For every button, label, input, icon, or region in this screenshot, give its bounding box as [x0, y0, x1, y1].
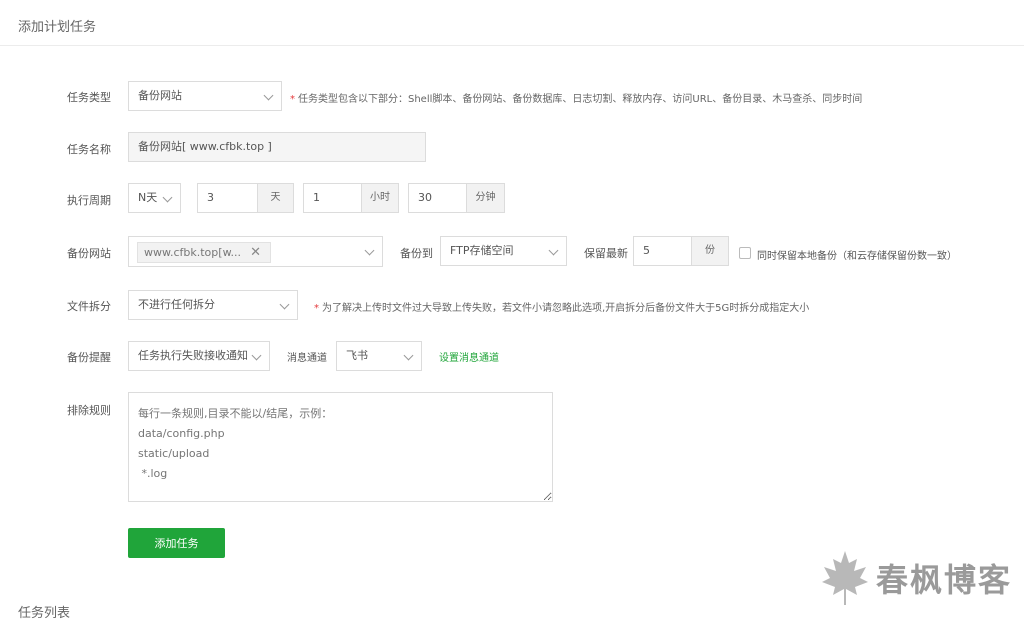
notify-label: 备份提醒 — [67, 351, 111, 364]
keep-count-value: 5 — [643, 244, 650, 257]
hours-value: 1 — [313, 191, 320, 204]
backup-to-label: 备份到 — [400, 247, 433, 260]
task-name-input[interactable]: 备份网站[ www.cfbk.top ] — [128, 132, 426, 162]
task-type-hint: * 任务类型包含以下部分：Shell脚本、备份网站、备份数据库、日志切割、释放内存… — [290, 90, 862, 105]
task-type-value: 备份网站 — [138, 89, 182, 102]
setup-channel-link[interactable]: 设置消息通道 — [439, 349, 499, 364]
chevron-down-icon — [263, 90, 274, 101]
backup-site-label: 备份网站 — [67, 247, 111, 260]
required-star-icon: * — [290, 94, 295, 105]
panel-header: 添加计划任务 — [0, 0, 1024, 46]
keep-count-input[interactable]: 5 — [633, 236, 692, 266]
exclude-rules-textarea[interactable] — [128, 392, 553, 502]
cycle-mode-value: N天 — [138, 191, 158, 204]
minutes-unit: 分钟 — [466, 183, 505, 213]
chevron-down-icon — [364, 245, 375, 256]
file-split-value: 不进行任何拆分 — [138, 298, 215, 311]
chevron-down-icon — [251, 350, 262, 361]
minutes-value: 30 — [418, 191, 432, 204]
task-type-label: 任务类型 — [67, 91, 111, 104]
channel-label: 消息通道 — [287, 353, 327, 364]
watermark: 春枫博客 — [820, 548, 1012, 608]
backup-to-value: FTP存储空间 — [450, 244, 514, 257]
hours-unit: 小时 — [361, 183, 399, 213]
days-input[interactable]: 3 — [197, 183, 258, 213]
watermark-text: 春枫博客 — [875, 561, 1012, 599]
add-task-button[interactable]: 添加任务 — [128, 528, 225, 558]
minutes-input[interactable]: 30 — [408, 183, 467, 213]
days-unit: 天 — [257, 183, 294, 213]
task-type-select[interactable]: 备份网站 — [128, 81, 282, 111]
task-name-value: 备份网站[ www.cfbk.top ] — [138, 140, 272, 153]
exclude-label: 排除规则 — [67, 404, 111, 417]
cycle-mode-select[interactable]: N天 — [128, 183, 181, 213]
chevron-down-icon — [548, 245, 559, 256]
chevron-down-icon — [403, 350, 414, 361]
local-backup-label[interactable]: 同时保留本地备份（和云存储保留份数一致） — [757, 247, 957, 262]
backup-to-select[interactable]: FTP存储空间 — [440, 236, 567, 266]
selected-site-tag: www.cfbk.top[w... ✕ — [137, 242, 271, 263]
channel-select[interactable]: 飞书 — [336, 341, 422, 371]
keep-latest-label: 保留最新 — [584, 247, 628, 260]
notify-value: 任务执行失败接收通知 — [138, 349, 248, 362]
task-type-hint-text: 任务类型包含以下部分：Shell脚本、备份网站、备份数据库、日志切割、释放内存、… — [298, 94, 863, 105]
remove-tag-icon[interactable]: ✕ — [250, 243, 261, 262]
maple-leaf-icon — [821, 551, 868, 605]
file-split-hint-text: 为了解决上传时文件过大导致上传失败，若文件小请忽略此选项,开启拆分后备份文件大于… — [322, 303, 810, 314]
required-star-icon: * — [314, 303, 319, 314]
local-backup-checkbox[interactable] — [739, 247, 751, 259]
keep-count-unit: 份 — [691, 236, 729, 266]
cycle-label: 执行周期 — [67, 194, 111, 207]
chevron-down-icon — [162, 192, 173, 203]
notify-select[interactable]: 任务执行失败接收通知 — [128, 341, 270, 371]
file-split-select[interactable]: 不进行任何拆分 — [128, 290, 298, 320]
days-value: 3 — [207, 191, 214, 204]
selected-site-text: www.cfbk.top[w... — [144, 246, 242, 259]
hours-input[interactable]: 1 — [303, 183, 362, 213]
task-list-title: 任务列表 — [18, 606, 71, 621]
channel-value: 飞书 — [346, 349, 368, 362]
file-split-hint: * 为了解决上传时文件过大导致上传失败，若文件小请忽略此选项,开启拆分后备份文件大… — [314, 299, 809, 314]
task-name-label: 任务名称 — [67, 143, 111, 156]
file-split-label: 文件拆分 — [67, 300, 111, 313]
chevron-down-icon — [279, 299, 290, 310]
page-title: 添加计划任务 — [18, 20, 97, 35]
